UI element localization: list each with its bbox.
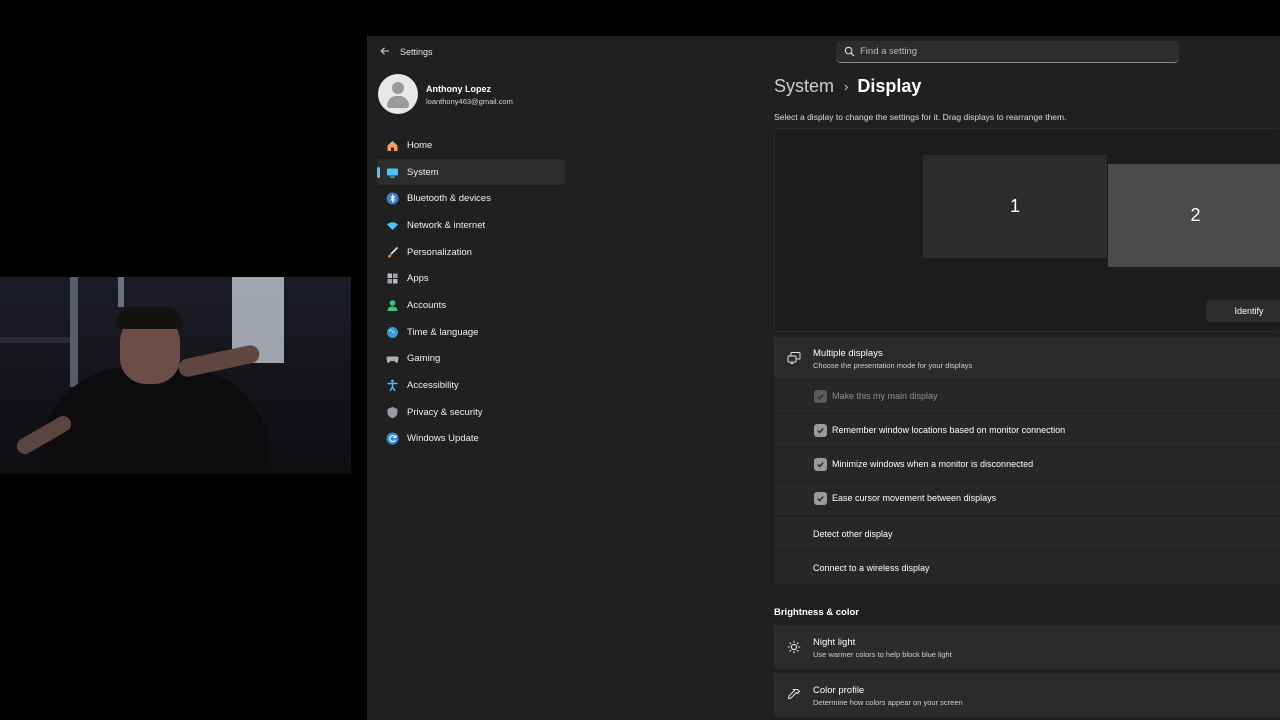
night-light-card[interactable]: Night light Use warmer colors to help bl… — [774, 625, 1280, 669]
option-label: Make this my main display — [832, 391, 938, 401]
page-title: Display — [857, 76, 922, 96]
multiple-displays-icon — [786, 350, 802, 366]
connect-wireless-display-row[interactable]: Connect to a wireless display — [774, 551, 1280, 584]
update-icon — [385, 432, 399, 446]
sidebar-item-accessibility[interactable]: Accessibility — [377, 372, 565, 399]
display-instructions: Select a display to change the settings … — [774, 112, 1067, 122]
sidebar-item-label: Network & internet — [407, 219, 486, 231]
checkmark-icon — [817, 462, 824, 468]
checkmark-icon — [817, 496, 824, 502]
gaming-icon — [385, 352, 399, 366]
option-ease-cursor[interactable]: Ease cursor movement between displays — [774, 482, 1280, 515]
sidebar-item-label: Windows Update — [407, 433, 479, 445]
multiple-displays-title: Multiple displays — [813, 348, 883, 359]
webcam-overlay — [0, 277, 351, 474]
sidebar-item-personalization[interactable]: Personalization — [377, 239, 565, 266]
home-icon — [385, 138, 399, 152]
ease-cursor-checkbox[interactable] — [814, 492, 827, 505]
identify-button[interactable]: Identify — [1206, 300, 1280, 322]
avatar-body — [387, 96, 409, 108]
sidebar-nav: Home System Bluetooth & devices Network … — [377, 132, 565, 452]
network-icon — [385, 218, 399, 232]
connect-wireless-display-label: Connect to a wireless display — [813, 563, 930, 573]
accessibility-icon — [385, 379, 399, 393]
sidebar-item-label: Bluetooth & devices — [407, 193, 491, 205]
sidebar-item-bluetooth[interactable]: Bluetooth & devices — [377, 185, 565, 212]
sidebar-item-label: Accessibility — [407, 380, 459, 392]
background-frame — [118, 277, 124, 307]
system-icon — [385, 165, 399, 179]
sidebar-item-home[interactable]: Home — [377, 132, 565, 159]
sidebar-item-gaming[interactable]: Gaming — [377, 346, 565, 373]
sidebar-item-time-language[interactable]: Time & language — [377, 319, 565, 346]
option-label: Remember window locations based on monit… — [832, 425, 1066, 435]
sidebar-item-windows-update[interactable]: Windows Update — [377, 426, 565, 453]
sidebar-item-label: Personalization — [407, 246, 472, 258]
search-icon — [844, 46, 855, 57]
background-frame — [70, 277, 78, 387]
title-bar: Settings — [367, 36, 1280, 68]
sidebar-item-label: Gaming — [407, 353, 441, 365]
sidebar-item-label: Accounts — [407, 299, 447, 311]
checkmark-icon — [817, 394, 824, 400]
option-label: Ease cursor movement between displays — [832, 493, 997, 503]
accounts-icon — [385, 298, 399, 312]
user-email: loanthony463@gmail.com — [426, 97, 513, 106]
monitor-1[interactable]: 1 — [923, 155, 1107, 258]
sidebar-item-apps[interactable]: Apps — [377, 265, 565, 292]
color-profile-title: Color profile — [813, 685, 865, 696]
window-title: Settings — [400, 47, 433, 57]
eyedropper-icon — [786, 687, 802, 703]
apps-icon — [385, 272, 399, 286]
active-indicator — [377, 166, 380, 178]
person-hair — [116, 307, 182, 329]
sidebar-item-label: Home — [407, 139, 433, 151]
night-light-title: Night light — [813, 637, 856, 648]
detect-other-display-row[interactable]: Detect other display — [774, 517, 1280, 550]
display-arrangement-panel: 1 2 Identify — [774, 128, 1280, 332]
sidebar-item-system[interactable]: System — [377, 158, 565, 186]
sidebar-item-privacy[interactable]: Privacy & security — [377, 399, 565, 426]
sidebar-item-label: Apps — [407, 273, 429, 285]
back-button[interactable] — [377, 44, 393, 60]
breadcrumb-parent[interactable]: System — [774, 76, 834, 97]
sidebar-item-accounts[interactable]: Accounts — [377, 292, 565, 319]
sidebar-item-label: Privacy & security — [407, 406, 483, 418]
sidebar-item-network[interactable]: Network & internet — [377, 212, 565, 239]
color-profile-subtitle: Determine how colors appear on your scre… — [813, 698, 963, 707]
monitor-2[interactable]: 2 — [1108, 164, 1280, 267]
sun-icon — [786, 639, 802, 655]
bluetooth-icon — [385, 192, 399, 206]
sidebar-item-label: System — [407, 166, 439, 178]
search-input[interactable] — [860, 41, 1170, 62]
option-main-display: Make this my main display — [774, 380, 1280, 413]
checkmark-icon — [817, 428, 824, 434]
option-remember-window-locations[interactable]: Remember window locations based on monit… — [774, 414, 1280, 447]
brush-icon — [385, 245, 399, 259]
option-label: Minimize windows when a monitor is disco… — [832, 459, 1034, 469]
avatar[interactable] — [378, 74, 418, 114]
breadcrumb: System › Display — [774, 76, 921, 97]
color-profile-card[interactable]: Color profile Determine how colors appea… — [774, 673, 1280, 717]
brightness-color-heading: Brightness & color — [774, 607, 859, 618]
breadcrumb-separator: › — [844, 79, 849, 94]
night-light-subtitle: Use warmer colors to help block blue lig… — [813, 650, 952, 659]
globe-icon — [385, 325, 399, 339]
settings-window: Settings Anthony Lopez loanthony463@gmai… — [367, 36, 1280, 720]
main-display-checkbox — [814, 390, 827, 403]
back-arrow-icon — [380, 47, 389, 55]
shield-icon — [385, 405, 399, 419]
option-minimize-windows[interactable]: Minimize windows when a monitor is disco… — [774, 448, 1280, 481]
sidebar-item-label: Time & language — [407, 326, 479, 338]
search-box[interactable] — [836, 41, 1179, 63]
minimize-windows-checkbox[interactable] — [814, 458, 827, 471]
avatar-head — [392, 82, 404, 94]
user-name: Anthony Lopez — [426, 84, 491, 94]
detect-other-display-label: Detect other display — [813, 529, 893, 539]
person-arm — [177, 343, 261, 379]
multiple-displays-subtitle: Choose the presentation mode for your di… — [813, 361, 973, 370]
multiple-displays-card[interactable]: Multiple displays Choose the presentatio… — [774, 337, 1280, 379]
background-shelf — [0, 337, 70, 343]
remember-locations-checkbox[interactable] — [814, 424, 827, 437]
